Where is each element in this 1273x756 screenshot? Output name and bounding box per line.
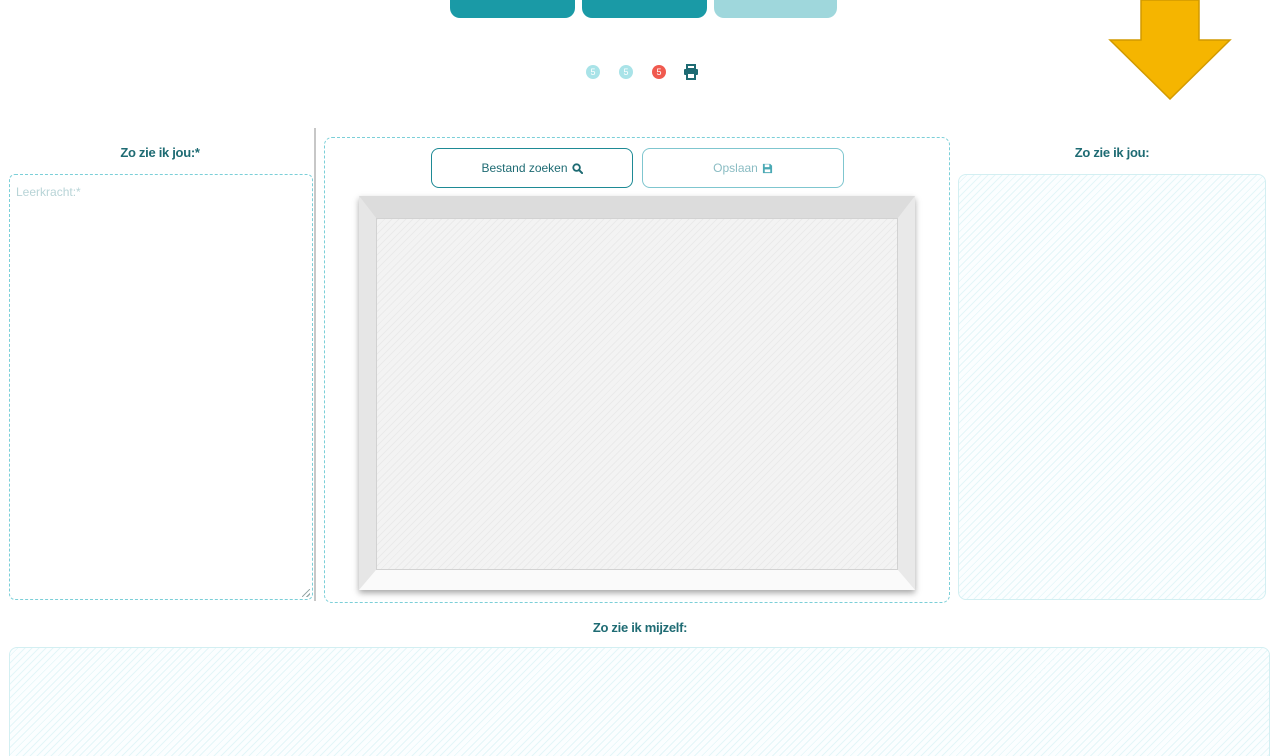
teacher-view-title: Zo zie ik jou:*: [120, 145, 200, 160]
self-view-title: Zo zie ik mijzelf:: [592, 620, 688, 635]
top-tab-1[interactable]: [450, 0, 575, 18]
indicator-badge-3[interactable]: 5: [652, 65, 666, 79]
frame-top-bevel: [359, 196, 915, 218]
image-drop-area[interactable]: [376, 218, 898, 570]
top-tab-3[interactable]: [714, 0, 837, 18]
top-tab-strip: [450, 0, 837, 18]
teacher-placeholder: Leerkracht:*: [16, 185, 81, 199]
down-arrow-icon: [1108, 0, 1232, 100]
image-frame: [359, 196, 915, 590]
frame-bottom-bevel: [359, 570, 915, 590]
search-icon: [571, 162, 583, 174]
save-label: Opslaan: [713, 161, 758, 175]
top-tab-2[interactable]: [582, 0, 707, 18]
peer-view-box: [958, 174, 1266, 600]
peer-view-title: Zo zie ik jou:: [1074, 145, 1150, 160]
search-file-button[interactable]: Bestand zoeken: [431, 148, 633, 188]
search-file-label: Bestand zoeken: [481, 161, 568, 175]
frame-right-bevel: [898, 196, 915, 590]
frame-left-bevel: [359, 196, 376, 590]
print-icon[interactable]: [683, 64, 699, 80]
save-button[interactable]: Opslaan: [642, 148, 844, 188]
column-divider: [314, 128, 316, 601]
self-view-box: [9, 647, 1270, 756]
teacher-textarea[interactable]: Leerkracht:*: [9, 174, 313, 600]
floppy-disk-icon: [762, 163, 772, 173]
resize-grip-icon[interactable]: [302, 589, 310, 597]
indicator-badge-1[interactable]: 5: [586, 65, 600, 79]
indicator-badge-2[interactable]: 5: [619, 65, 633, 79]
image-upload-panel: Bestand zoeken Opslaan: [324, 137, 950, 603]
indicator-row: 5 5 5: [586, 64, 699, 80]
